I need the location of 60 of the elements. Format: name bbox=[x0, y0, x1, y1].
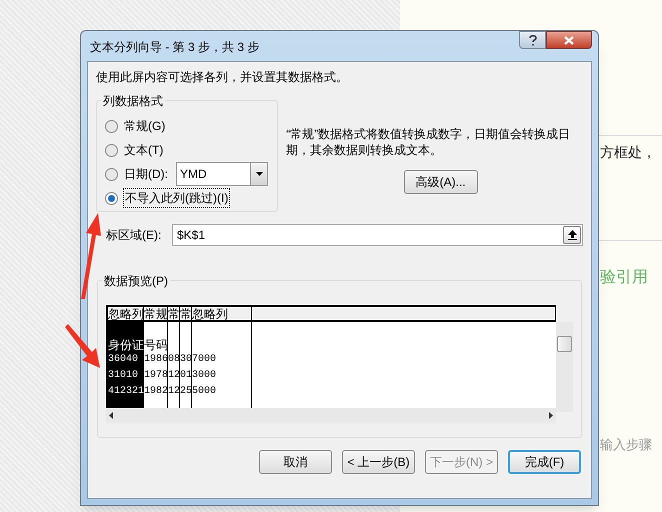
preview-column[interactable]: 身份证 36040 31010 412321 bbox=[108, 322, 144, 408]
scroll-right-icon bbox=[549, 412, 554, 419]
preview-cell-text: 12 bbox=[168, 385, 179, 399]
vertical-scrollbar[interactable] bbox=[556, 322, 573, 412]
column-header[interactable]: 忽略列 bbox=[108, 307, 144, 320]
page-text: 验引用 bbox=[600, 266, 648, 288]
close-button[interactable] bbox=[546, 31, 592, 49]
group-label: 列数据格式 bbox=[101, 92, 165, 110]
radio-label: 不导入此列(跳过)(I) bbox=[124, 189, 230, 207]
dialog-button[interactable]: 取消 bbox=[259, 450, 332, 474]
preview-cell-text: 25 bbox=[180, 385, 191, 399]
preview-cell-text: 1982 bbox=[144, 385, 167, 399]
dialog-button[interactable]: < 上一步(B) bbox=[342, 450, 415, 474]
target-field[interactable]: $K$1 bbox=[172, 224, 583, 246]
radio-button[interactable] bbox=[105, 192, 118, 204]
window-title: 文本分列向导 - 第 3 步，共 3 步 bbox=[90, 39, 260, 56]
preview-column[interactable]: 08 12 12 bbox=[168, 322, 180, 408]
date-format-select[interactable]: YMD bbox=[176, 162, 268, 186]
preview-column[interactable]: 30 01 25 bbox=[180, 322, 192, 408]
preview-cell-text: 3000 bbox=[192, 369, 218, 383]
preview-cell-text: 412321 bbox=[108, 385, 143, 399]
column-header[interactable]: 常 bbox=[168, 307, 180, 320]
radio-label: 文本(T) bbox=[124, 142, 164, 159]
target-label: 标区域(E): bbox=[105, 227, 162, 244]
annotation-arrow bbox=[64, 324, 102, 370]
help-button[interactable] bbox=[519, 31, 546, 49]
preview-cell-text: 1986 bbox=[144, 353, 167, 367]
page-text: 输入步骤 bbox=[600, 437, 652, 455]
preview-cell-text: 36040 bbox=[108, 353, 140, 367]
question-mark-icon bbox=[528, 34, 536, 46]
preview-cell-text: 5000 bbox=[192, 385, 218, 399]
close-icon bbox=[564, 36, 574, 44]
preview-cell-text: 身份证 bbox=[108, 337, 143, 352]
advanced-button[interactable]: 高级(A)... bbox=[404, 170, 478, 194]
preview-cell-text: 1978 bbox=[144, 369, 167, 383]
radio-label: 常规(G) bbox=[124, 118, 166, 135]
dropdown-arrow-icon bbox=[256, 172, 262, 176]
preview-cell-text: 31010 bbox=[108, 369, 140, 383]
format-description: “常规”数据格式将数值转换成数字，日期值会转换成日期，其余数据则转换成文本。 bbox=[286, 126, 572, 158]
preview-column[interactable]: 7000 3000 5000 bbox=[192, 322, 252, 408]
horizontal-scrollbar[interactable] bbox=[106, 408, 556, 423]
preview-cell-text: 08 bbox=[168, 353, 179, 367]
radio-button[interactable] bbox=[105, 168, 118, 180]
scroll-left-icon bbox=[109, 412, 113, 419]
radio-label: 日期(D): bbox=[124, 166, 168, 183]
column-header[interactable]: 常规 bbox=[144, 307, 168, 320]
preview-cell-text: 12 bbox=[168, 369, 179, 383]
preview-cell-text: 30 bbox=[180, 353, 191, 367]
page-text: 方框处， bbox=[600, 144, 656, 163]
upload-arrow-icon bbox=[568, 230, 576, 240]
dialog-button[interactable]: 完成(F) bbox=[508, 450, 581, 474]
radio-button[interactable] bbox=[105, 120, 118, 132]
column-header[interactable]: 忽略列 bbox=[192, 307, 252, 320]
group-label: 数据预览(P) bbox=[102, 272, 170, 290]
preview-cell-text: 01 bbox=[180, 369, 191, 383]
collapse-button[interactable] bbox=[563, 226, 581, 244]
radio-button[interactable] bbox=[105, 144, 118, 156]
instruction-text: 使用此屏内容可选择各列，并设置其数据格式。 bbox=[96, 69, 349, 86]
preview-cell-text: 7000 bbox=[192, 353, 218, 367]
column-header[interactable]: 常 bbox=[180, 307, 192, 320]
